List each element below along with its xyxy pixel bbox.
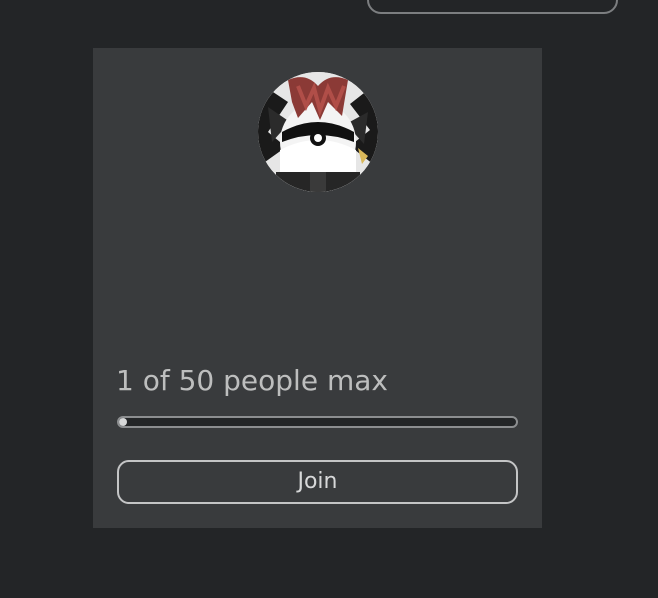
capacity-progress-bar [117,416,518,428]
capacity-text: 1 of 50 people max [116,364,388,397]
avatar-headshot-icon [258,72,378,192]
player-avatar[interactable] [258,72,378,192]
previous-card-button[interactable] [367,0,618,14]
server-list-view: 1 of 50 people max Join [0,0,658,598]
server-card: 1 of 50 people max Join [93,48,542,528]
capacity-progress-fill [119,418,127,426]
join-button[interactable]: Join [117,460,518,504]
